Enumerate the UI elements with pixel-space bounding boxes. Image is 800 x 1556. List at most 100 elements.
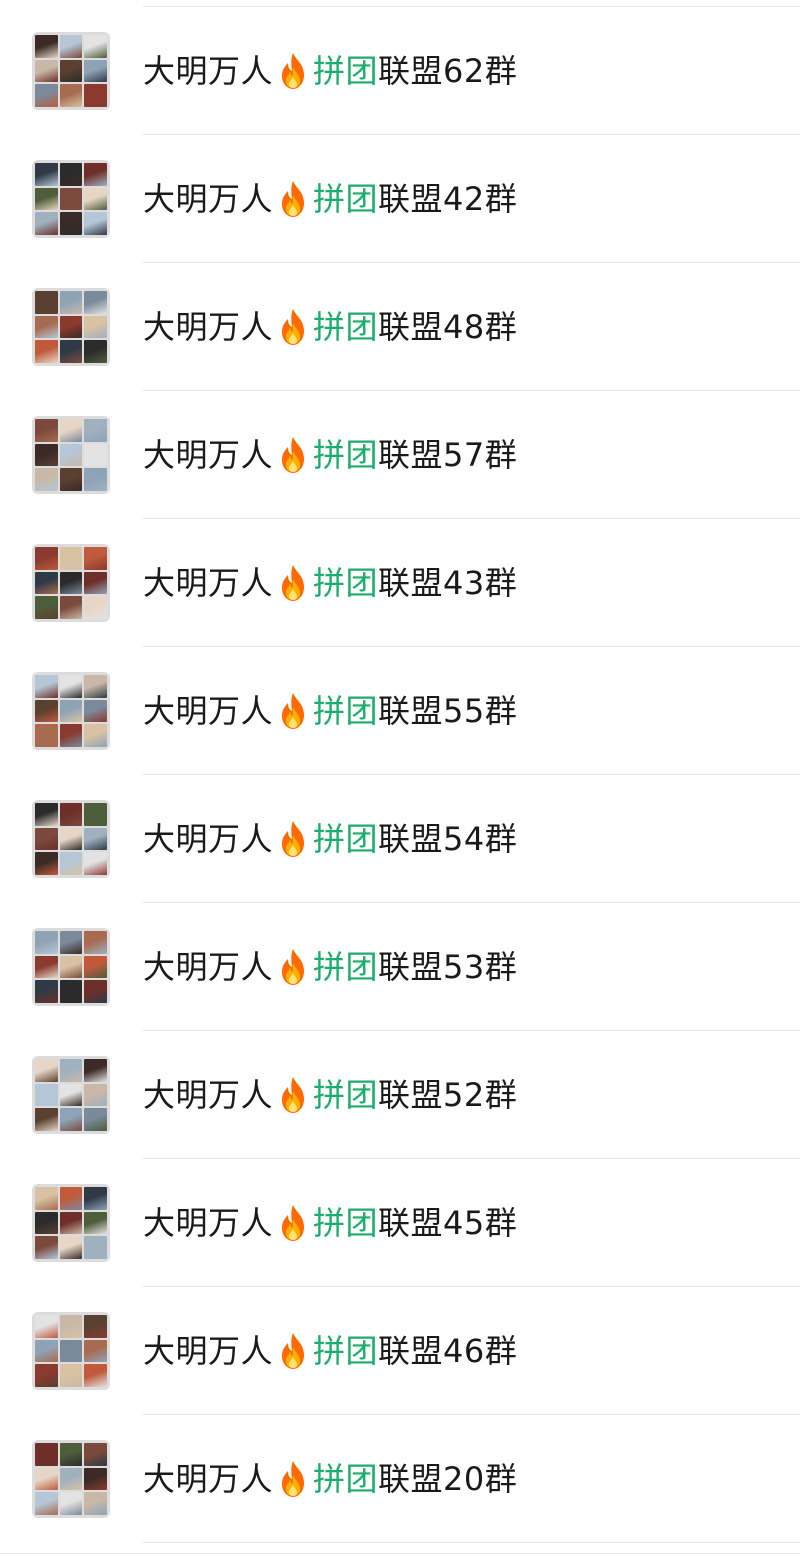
fire-icon (275, 307, 311, 347)
avatar-tile (35, 340, 58, 363)
chat-name: 大明万人 拼团 联盟43群 (143, 564, 518, 602)
chat-name: 大明万人 拼团 联盟54群 (143, 819, 518, 859)
avatar-tile (59, 724, 83, 747)
fire-icon (275, 1459, 311, 1499)
avatar-tile (35, 1211, 58, 1235)
avatar-tile (35, 291, 58, 314)
group-avatar (32, 800, 110, 878)
avatar-tile (35, 315, 58, 339)
chat-name: 大明万人 拼团 联盟46群 (143, 1331, 518, 1371)
avatar-tile (35, 852, 58, 875)
avatar-tile (59, 803, 83, 826)
avatar-tile (59, 315, 83, 339)
chat-row[interactable]: 大明万人 拼团 联盟43群 (0, 519, 800, 647)
avatar-tile (35, 1059, 58, 1082)
avatar-tile (59, 1236, 83, 1259)
avatar-tile (35, 468, 58, 491)
group-avatar (32, 32, 110, 110)
avatar-tile (84, 1339, 107, 1363)
avatar-tile (35, 955, 58, 979)
avatar-tile (35, 84, 58, 107)
avatar-tile (35, 1467, 58, 1491)
avatar-tile (35, 1364, 58, 1387)
group-avatar (32, 672, 110, 750)
avatar-tile (35, 803, 58, 826)
chat-row[interactable]: 大明万人 拼团 联盟20群 (0, 1415, 800, 1543)
avatar-tile (84, 675, 107, 698)
avatar-tile (59, 1108, 83, 1131)
avatar-tile (35, 1187, 58, 1210)
avatar-tile (59, 212, 83, 235)
chat-row[interactable]: 大明万人 拼团 联盟62群 (0, 7, 800, 135)
avatar-tile (35, 35, 58, 58)
avatar-tile (59, 1315, 83, 1338)
avatar-tile (35, 596, 58, 619)
chat-name: 大明万人 拼团 联盟42群 (143, 179, 518, 219)
avatar-tile (35, 1443, 58, 1466)
avatar-tile (84, 163, 107, 186)
avatar-tile (59, 1211, 83, 1235)
avatar-tile (59, 547, 83, 570)
avatar-tile (84, 1364, 107, 1387)
chat-row[interactable]: 大明万人 拼团 联盟55群 (0, 647, 800, 775)
avatar-tile (84, 1083, 107, 1107)
chat-name: 大明万人 拼团 联盟57群 (143, 435, 518, 475)
chat-row[interactable]: 大明万人 拼团 联盟46群 (0, 1287, 800, 1415)
fire-icon (275, 819, 311, 859)
avatar-tile (84, 59, 107, 83)
avatar-tile (35, 443, 58, 467)
avatar-tile (59, 980, 83, 1003)
avatar-tile (35, 980, 58, 1003)
fire-icon (275, 435, 311, 475)
avatar-tile (35, 59, 58, 83)
fire-icon (275, 1203, 311, 1243)
fire-icon (275, 691, 311, 731)
chat-name: 大明万人 拼团 联盟55群 (143, 691, 518, 731)
avatar-tile (84, 571, 107, 595)
group-avatar (32, 1312, 110, 1390)
avatar-tile (59, 596, 83, 619)
avatar-tile (35, 571, 58, 595)
chat-row[interactable]: 大明万人 拼团 联盟42群 (0, 135, 800, 263)
avatar-tile (59, 852, 83, 875)
avatar-tile (84, 1443, 107, 1466)
avatar-tile (84, 443, 107, 467)
avatar-tile (84, 84, 107, 107)
avatar-tile (59, 1339, 83, 1363)
avatar-tile (35, 1315, 58, 1338)
fire-icon (275, 1075, 311, 1115)
avatar-tile (35, 1236, 58, 1259)
avatar-tile (84, 596, 107, 619)
fire-icon (275, 1331, 311, 1371)
group-avatar (32, 1440, 110, 1518)
avatar-tile (59, 955, 83, 979)
avatar-tile (84, 35, 107, 58)
group-avatar (32, 416, 110, 494)
avatar-tile (84, 1108, 107, 1131)
avatar-tile (59, 1187, 83, 1210)
avatar-tile (35, 163, 58, 186)
chat-row[interactable]: 大明万人 拼团 联盟54群 (0, 775, 800, 903)
chat-row[interactable]: 大明万人 拼团 联盟52群 (0, 1031, 800, 1159)
group-avatar (32, 1056, 110, 1134)
chat-row[interactable]: 大明万人 拼团 联盟53群 (0, 903, 800, 1031)
avatar-tile (84, 1211, 107, 1235)
group-avatar (32, 544, 110, 622)
avatar-tile (35, 1339, 58, 1363)
group-avatar (32, 160, 110, 238)
avatar-tile (59, 1492, 83, 1515)
chat-name: 大明万人 拼团 联盟53群 (143, 948, 518, 986)
chat-row[interactable]: 大明万人 拼团 联盟45群 (0, 1159, 800, 1287)
avatar-tile (35, 1492, 58, 1515)
avatar-tile (35, 699, 58, 723)
avatar-tile (59, 35, 83, 58)
avatar-tile (84, 852, 107, 875)
chat-row[interactable]: 大明万人 拼团 联盟48群 (0, 263, 800, 391)
avatar-tile (84, 1187, 107, 1210)
avatar-tile (84, 803, 107, 826)
fire-icon (275, 179, 311, 219)
avatar-tile (84, 1467, 107, 1491)
avatar-tile (59, 931, 83, 954)
chat-row[interactable]: 大明万人 拼团 联盟57群 (0, 391, 800, 519)
avatar-tile (59, 468, 83, 491)
